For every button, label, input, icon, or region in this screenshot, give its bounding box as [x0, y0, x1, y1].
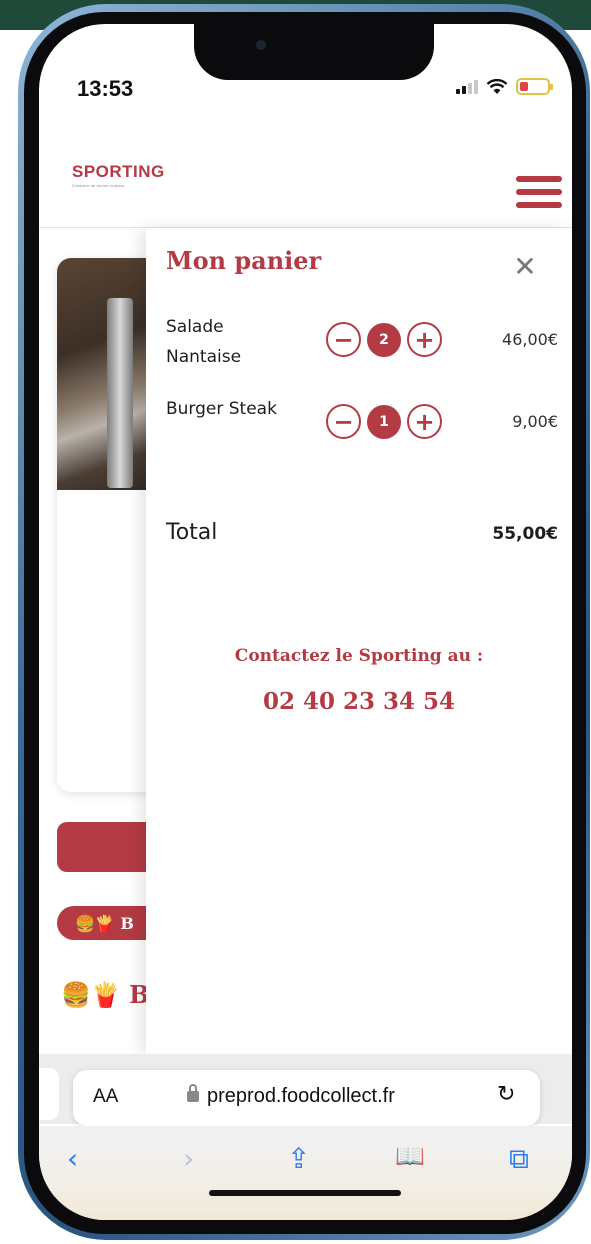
increment-button[interactable]: +: [407, 322, 442, 357]
patio-heater-image: [107, 298, 133, 488]
safari-toolbar: ‹ › ⇪ 📖 ⧉: [39, 1126, 572, 1220]
item-name: Burger Steak: [166, 399, 277, 419]
camera-icon: [256, 40, 266, 50]
hamburger-menu-icon[interactable]: [516, 176, 562, 208]
cart-title: Mon panier: [166, 246, 322, 275]
forward-icon[interactable]: ›: [183, 1142, 194, 1175]
decrement-button[interactable]: −: [326, 404, 361, 439]
bookmarks-icon[interactable]: 📖: [395, 1142, 425, 1170]
contact-text: Contactez le Sporting au :: [234, 646, 484, 666]
total-label: Total: [166, 520, 218, 545]
battery-icon: [516, 78, 553, 95]
previous-tab-edge[interactable]: [39, 1068, 59, 1120]
status-time: 13:53: [77, 76, 134, 101]
signal-icon: [456, 79, 478, 94]
site-header: SPORTING Créateur de bonne humeur: [39, 124, 572, 228]
tabs-icon[interactable]: ⧉: [509, 1142, 529, 1176]
address-bar[interactable]: AA preprod.foodcollect.fr ↻: [73, 1070, 540, 1126]
reload-icon[interactable]: ↻: [497, 1082, 515, 1107]
item-price: 46,00€: [502, 330, 558, 349]
quantity-badge: 2: [367, 322, 401, 357]
sporting-logo[interactable]: SPORTING Créateur de bonne humeur: [72, 162, 165, 188]
share-icon[interactable]: ⇪: [287, 1142, 310, 1175]
increment-button[interactable]: +: [407, 404, 442, 439]
logo-text: SPORTING: [72, 162, 165, 181]
phone-screen: 13:53 SPORTING Créateur de bonne humeur …: [39, 24, 572, 1220]
decrement-button[interactable]: −: [326, 322, 361, 357]
wifi-icon: [486, 78, 508, 94]
notch: [194, 24, 434, 80]
status-icons: [456, 78, 553, 95]
item-price: 9,00€: [512, 412, 558, 431]
item-name: Salade Nantaise: [166, 317, 242, 367]
total-value: 55,00€: [492, 524, 558, 544]
cart-item: Salade Nantaise − 2 + 46,00€: [146, 312, 572, 382]
back-icon[interactable]: ‹: [67, 1142, 78, 1175]
url-text: preprod.foodcollect.fr: [207, 1085, 395, 1107]
category-heading: 🍔🍟 B: [61, 980, 150, 1009]
quantity-badge: 1: [367, 404, 401, 439]
cart-item: Burger Steak − 1 + 9,00€: [146, 394, 572, 464]
home-indicator: [209, 1190, 401, 1196]
logo-tagline: Créateur de bonne humeur: [72, 183, 125, 188]
close-icon[interactable]: ✕: [510, 252, 540, 282]
cart-panel: Mon panier ✕ Salade Nantaise − 2 + 46,00…: [146, 228, 572, 1054]
lock-icon: [187, 1084, 199, 1102]
quantity-stepper: − 2 +: [326, 322, 442, 357]
quantity-stepper: − 1 +: [326, 404, 442, 439]
phone-number[interactable]: 02 40 23 34 54: [146, 688, 572, 715]
text-size-button[interactable]: AA: [93, 1086, 118, 1108]
